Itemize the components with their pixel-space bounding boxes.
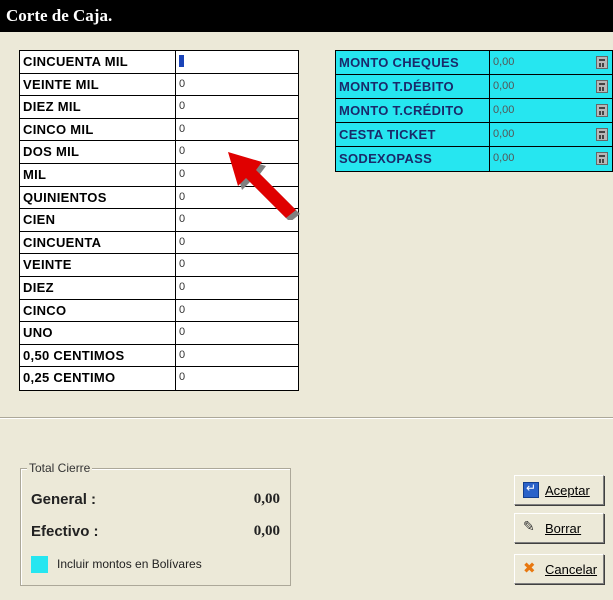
- accept-button[interactable]: Aceptar: [514, 475, 604, 505]
- red-arrow-annotation: [228, 152, 300, 220]
- denomination-label: CINCO: [20, 299, 176, 322]
- denomination-row: 0,50 CENTIMOS 0: [20, 344, 298, 368]
- erase-label: Borrar: [545, 520, 582, 536]
- efectivo-value: 0,00: [253, 523, 280, 539]
- denomination-input[interactable]: 0: [176, 345, 298, 367]
- calculator-icon[interactable]: [596, 80, 608, 93]
- denomination-input[interactable]: 0: [176, 254, 298, 276]
- denomination-row: CINCUENTA MIL: [20, 51, 298, 74]
- denomination-input[interactable]: 0: [176, 300, 298, 322]
- text-cursor: [179, 55, 184, 68]
- include-bolivares-checkbox[interactable]: [31, 556, 48, 573]
- enter-icon: [523, 481, 539, 498]
- payment-label: MONTO T.DÉBITO: [336, 75, 490, 98]
- denomination-row: VEINTE MIL 0: [20, 73, 298, 97]
- payment-value: 0,00: [493, 56, 515, 68]
- denomination-label: DIEZ MIL: [20, 96, 176, 118]
- payment-row: MONTO T.DÉBITO 0,00: [336, 75, 612, 99]
- total-cierre-title: Total Cierre: [27, 461, 93, 475]
- payment-label: MONTO CHEQUES: [336, 51, 490, 74]
- payment-label: CESTA TICKET: [336, 123, 490, 146]
- payment-row: MONTO CHEQUES 0,00: [336, 51, 612, 75]
- payment-row: CESTA TICKET 0,00: [336, 123, 612, 147]
- denomination-row: CINCO 0: [20, 299, 298, 323]
- payment-input[interactable]: 0,00: [490, 123, 612, 146]
- general-label: General :: [31, 491, 97, 508]
- denomination-row: 0,25 CENTIMO 0: [20, 367, 298, 390]
- window-title: Corte de Caja.: [0, 0, 613, 32]
- payments-table: MONTO CHEQUES 0,00 MONTO T.DÉBITO 0,00 MONTO…: [335, 50, 613, 172]
- payment-label: MONTO T.CRÉDITO: [336, 99, 490, 122]
- payment-input[interactable]: 0,00: [490, 147, 612, 171]
- denomination-label: MIL: [20, 163, 176, 186]
- payment-row: SODEXOPASS 0,00: [336, 147, 612, 171]
- denomination-label: CIEN: [20, 209, 176, 231]
- denomination-label: 0,50 CENTIMOS: [20, 344, 176, 367]
- calculator-icon[interactable]: [596, 56, 608, 69]
- cancel-button[interactable]: Cancelar: [514, 554, 604, 584]
- accept-label: Aceptar: [545, 482, 590, 498]
- denomination-label: CINCUENTA: [20, 231, 176, 254]
- denomination-label: UNO: [20, 322, 176, 344]
- denominations-table: CINCUENTA MIL VEINTE MIL 0 DIEZ MIL 0 CINCO M…: [19, 50, 299, 391]
- denomination-label: CINCO MIL: [20, 118, 176, 141]
- denomination-label: QUINIENTOS: [20, 186, 176, 209]
- denomination-input[interactable]: 0: [176, 96, 298, 118]
- payment-input[interactable]: 0,00: [490, 99, 612, 122]
- calculator-icon[interactable]: [596, 152, 608, 165]
- erase-button[interactable]: Borrar: [514, 513, 604, 543]
- denomination-label: VEINTE: [20, 254, 176, 276]
- separator: [0, 417, 613, 419]
- payment-input[interactable]: 0,00: [490, 51, 612, 74]
- calculator-icon[interactable]: [596, 104, 608, 117]
- cancel-label: Cancelar: [545, 561, 598, 577]
- denomination-row: DIEZ MIL 0: [20, 96, 298, 119]
- denomination-input[interactable]: 0: [176, 119, 298, 141]
- payment-value: 0,00: [493, 104, 515, 116]
- denomination-input[interactable]: 0: [176, 277, 298, 299]
- denomination-input[interactable]: [176, 51, 298, 73]
- denomination-row: CINCO MIL 0: [20, 118, 298, 142]
- denomination-label: DIEZ: [20, 276, 176, 299]
- denomination-label: CINCUENTA MIL: [20, 51, 176, 73]
- denomination-label: 0,25 CENTIMO: [20, 367, 176, 390]
- denomination-input[interactable]: 0: [176, 74, 298, 96]
- efectivo-label: Efectivo :: [31, 523, 99, 540]
- cancel-icon: [523, 559, 539, 577]
- payment-value: 0,00: [493, 80, 515, 92]
- general-value: 0,00: [253, 491, 280, 507]
- payment-label: SODEXOPASS: [336, 147, 490, 171]
- denomination-label: VEINTE MIL: [20, 73, 176, 96]
- calculator-icon[interactable]: [596, 128, 608, 141]
- denomination-row: CINCUENTA 0: [20, 231, 298, 255]
- erase-icon: [523, 518, 539, 536]
- denomination-row: VEINTE 0: [20, 254, 298, 277]
- payment-input[interactable]: 0,00: [490, 75, 612, 98]
- denomination-label: DOS MIL: [20, 141, 176, 163]
- denomination-row: DIEZ 0: [20, 276, 298, 300]
- denomination-input[interactable]: 0: [176, 367, 298, 390]
- payment-value: 0,00: [493, 128, 515, 140]
- total-cierre-group: Total Cierre General : 0,00 Efectivo : 0…: [20, 461, 291, 586]
- payment-row: MONTO T.CRÉDITO 0,00: [336, 99, 612, 123]
- denomination-input[interactable]: 0: [176, 232, 298, 254]
- payment-value: 0,00: [493, 152, 515, 164]
- denomination-row: UNO 0: [20, 322, 298, 345]
- denomination-input[interactable]: 0: [176, 322, 298, 344]
- include-bolivares-label: Incluir montos en Bolívares: [57, 557, 202, 571]
